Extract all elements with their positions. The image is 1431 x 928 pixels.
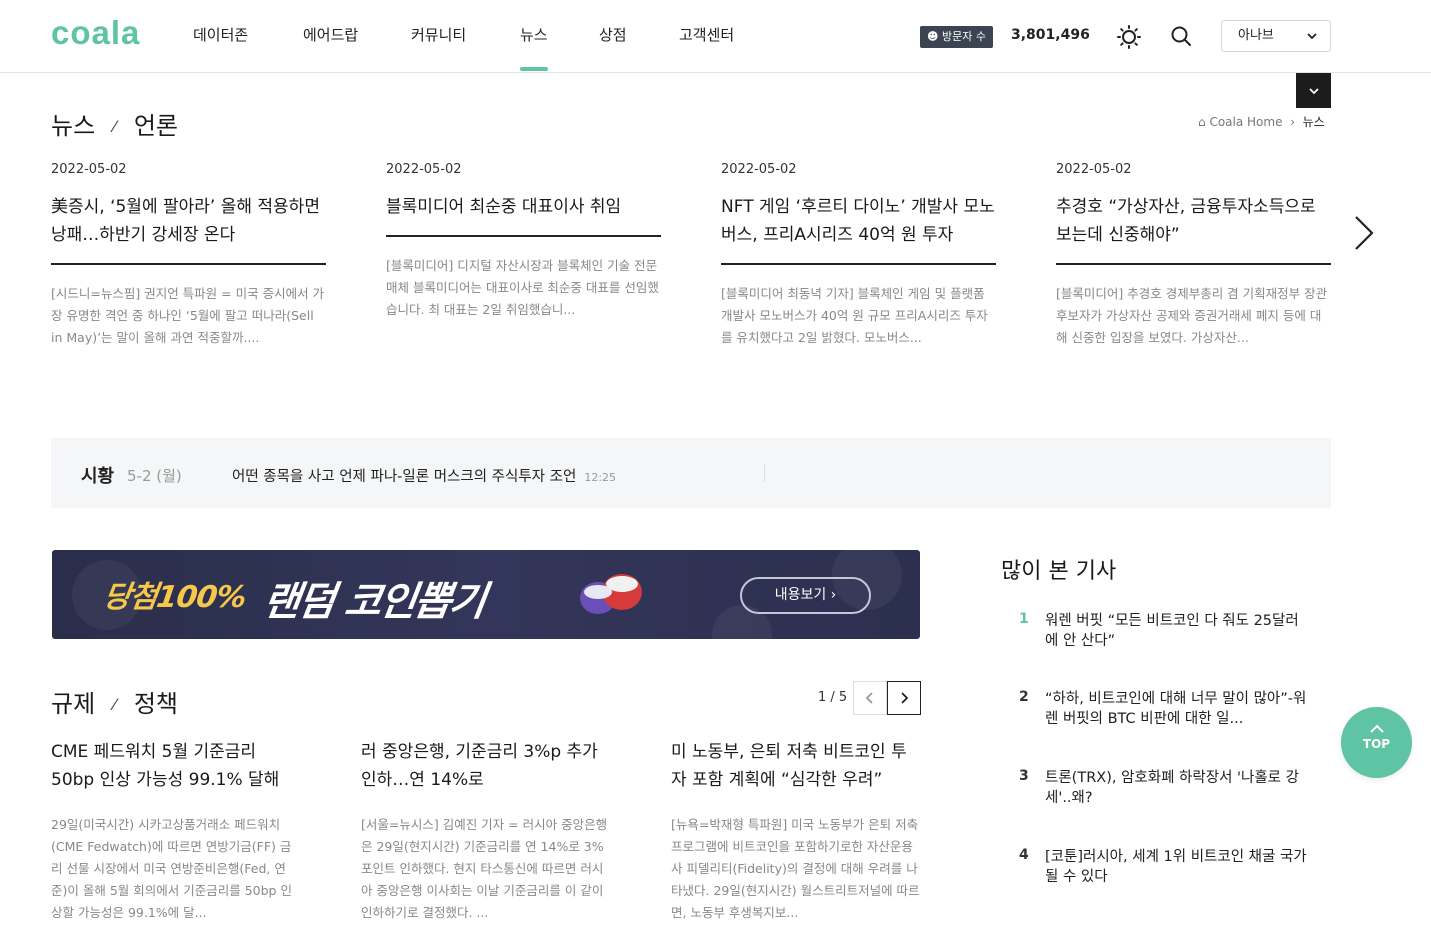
section-title-sub: 정책 (133, 690, 179, 718)
site-header: coala 데이터존 에어드랍 커뮤니티 뉴스 상점 고객센터 ☻ 방문자 수 … (0, 0, 1431, 73)
banner-text-win: 당첨100% (101, 580, 248, 615)
news-date: 2022-05-02 (51, 162, 127, 177)
site-logo[interactable]: coala (51, 14, 140, 52)
policy-title[interactable]: 러 중앙은행, 기준금리 3%p 추가 인하…연 14%로 (361, 738, 611, 794)
next-page-button[interactable] (887, 681, 921, 715)
news-date: 2022-05-02 (386, 162, 462, 177)
nav-item-support[interactable]: 고객센터 (679, 24, 734, 45)
market-time: 12:25 (584, 471, 617, 484)
news-title[interactable]: 美증시, ‘5월에 팔아라’ 올해 적용하면 낭패…하반기 강세장 온다 (51, 193, 326, 265)
most-read-text[interactable]: “하하, 비트코인에 대해 너무 말이 많아”-워렌 버핏의 BTC 비판에 대… (1045, 689, 1309, 729)
theme-sun-icon[interactable] (1117, 25, 1141, 49)
news-summary: [블록미디어 최동녁 기자] 블록체인 게임 및 플랫폼 개발사 모노버스가 4… (721, 286, 988, 345)
news-title[interactable]: NFT 게임 ‘후르티 다이노’ 개발사 모노버스, 프리A시리즈 40억 원 … (721, 193, 996, 265)
prev-page-button[interactable] (853, 681, 887, 715)
chevron-right-icon (901, 692, 909, 704)
banner-text-draw: 랜덤 코인뽑기 (260, 579, 488, 625)
rank-number: 4 (1019, 847, 1029, 863)
chevron-left-icon (865, 692, 873, 704)
home-icon: ⌂ (1198, 115, 1206, 129)
divider (764, 464, 765, 482)
market-date: 5-2 (월) (127, 467, 182, 485)
most-read-text[interactable]: 워렌 버핏 “모든 비트코인 다 줘도 25달러에 안 산다” (1045, 611, 1309, 651)
most-read-text[interactable]: 트론(TRX), 암호화폐 하락장서 '나홀로 강세'..왜? (1045, 768, 1309, 808)
page-indicator: 1 / 5 (818, 690, 848, 705)
search-icon[interactable] (1170, 25, 1192, 47)
news-card[interactable]: 2022-05-02 美증시, ‘5월에 팔아라’ 올해 적용하면 낭패…하반기… (51, 162, 326, 349)
language-select[interactable]: 아나브 (1221, 20, 1331, 52)
most-read-item[interactable]: 2 “하하, 비트코인에 대해 너무 말이 많아”-워렌 버핏의 BTC 비판에… (1019, 689, 1309, 729)
section-title-main: 뉴스 (51, 112, 96, 140)
section-title-sub: 언론 (133, 112, 179, 140)
view-details-button[interactable]: 내용보기 › (740, 577, 871, 614)
rank-number: 2 (1019, 689, 1029, 705)
policy-card[interactable]: 미 노동부, 은퇴 저축 비트코인 투자 포함 계획에 “심각한 우려” [뉴욕… (671, 738, 921, 924)
news-card[interactable]: 2022-05-02 블록미디어 최순중 대표이사 취임 [블록미디어] 디지털… (386, 162, 661, 321)
carousel-next-icon[interactable] (1352, 213, 1376, 253)
market-ticker: 시황 5-2 (월) 어떤 종목을 사고 언제 파나-일론 머스크의 주식투자 … (51, 438, 1331, 508)
policy-card[interactable]: CME 페드워치 5월 기준금리 50bp 인상 가능성 99.1% 달해 29… (51, 738, 301, 924)
chevron-up-icon (1369, 724, 1384, 733)
breadcrumb-current: 뉴스 (1302, 115, 1325, 129)
policy-card[interactable]: 러 중앙은행, 기준금리 3%p 추가 인하…연 14%로 [서울=뉴시스] 김… (361, 738, 611, 924)
section-title-main: 규제 (51, 690, 96, 718)
scroll-top-label: TOP (1362, 737, 1391, 751)
language-value: 아나브 (1238, 28, 1274, 43)
most-read-item[interactable]: 1 워렌 버핏 “모든 비트코인 다 줘도 25달러에 안 산다” (1019, 611, 1309, 651)
market-headline[interactable]: 어떤 종목을 사고 언제 파나-일론 머스크의 주식투자 조언 12:25 (232, 465, 616, 486)
policy-summary: 29일(미국시간) 시카고상품거래소 페드워치(CME Fedwatch)에 따… (51, 817, 292, 920)
news-title[interactable]: 블록미디어 최순중 대표이사 취임 (386, 193, 661, 237)
policy-section-title: 규제 ⁄ 정책 (51, 690, 179, 718)
visitor-badge: ☻ 방문자 수 (920, 26, 993, 48)
news-card[interactable]: 2022-05-02 NFT 게임 ‘후르티 다이노’ 개발사 모노버스, 프리… (721, 162, 996, 349)
nav-item-shop[interactable]: 상점 (599, 24, 627, 45)
news-date: 2022-05-02 (1056, 162, 1132, 177)
promo-banner[interactable]: 당첨100% 랜덤 코인뽑기 내용보기 › (52, 550, 920, 639)
news-title[interactable]: 추경호 “가상자산, 금융투자소득으로 보는데 신중해야” (1056, 193, 1331, 265)
rank-number: 3 (1019, 768, 1029, 784)
users-icon: ☻ (927, 30, 939, 43)
chevron-down-icon (1307, 33, 1317, 40)
visitor-label: 방문자 수 (941, 30, 986, 43)
news-summary: [블록미디어] 추경호 경제부총리 겸 기획재정부 장관 후보자가 가상자산 공… (1056, 286, 1328, 345)
policy-summary: [서울=뉴시스] 김예진 기자 = 러시아 중앙은행은 29일(현지시간) 기준… (361, 817, 608, 920)
chevron-right-icon: › (1286, 115, 1299, 129)
policy-summary: [뉴욕=박재형 특파원] 미국 노동부가 은퇴 저축 프로그램에 비트코인을 포… (671, 817, 920, 920)
most-read-item[interactable]: 3 트론(TRX), 암호화폐 하락장서 '나홀로 강세'..왜? (1019, 768, 1309, 808)
policy-title[interactable]: CME 페드워치 5월 기준금리 50bp 인상 가능성 99.1% 달해 (51, 738, 301, 794)
breadcrumb-home[interactable]: Coala Home (1209, 115, 1282, 129)
nav-item-community[interactable]: 커뮤니티 (411, 24, 466, 45)
rank-number: 1 (1019, 611, 1029, 627)
dropdown-toggle-button[interactable] (1296, 73, 1331, 108)
news-card[interactable]: 2022-05-02 추경호 “가상자산, 금융투자소득으로 보는데 신중해야”… (1056, 162, 1331, 349)
market-headline-text: 어떤 종목을 사고 언제 파나-일론 머스크의 주식투자 조언 (232, 469, 577, 485)
capsule-icon (580, 574, 642, 614)
news-date: 2022-05-02 (721, 162, 797, 177)
chevron-down-icon (1308, 87, 1319, 94)
most-read-title: 많이 본 기사 (1001, 559, 1117, 584)
scroll-top-button[interactable]: TOP (1341, 707, 1412, 778)
nav-item-datazone[interactable]: 데이터존 (193, 24, 248, 45)
policy-title[interactable]: 미 노동부, 은퇴 저축 비트코인 투자 포함 계획에 “심각한 우려” (671, 738, 921, 794)
market-label: 시황 (81, 466, 115, 487)
most-read-item[interactable]: 4 [코툰]러시아, 세계 1위 비트코인 채굴 국가 될 수 있다 (1019, 847, 1309, 887)
nav-item-airdrop[interactable]: 에어드랍 (303, 24, 358, 45)
most-read-text[interactable]: [코툰]러시아, 세계 1위 비트코인 채굴 국가 될 수 있다 (1045, 847, 1309, 887)
nav-item-news[interactable]: 뉴스 (520, 24, 548, 71)
news-section-title: 뉴스 ⁄ 언론 (51, 112, 179, 140)
news-summary: [블록미디어] 디지털 자산시장과 블록체인 기술 전문 매체 블록미디어는 대… (386, 258, 659, 317)
breadcrumb: ⌂ Coala Home › 뉴스 (1198, 113, 1325, 130)
news-summary: [시드니=뉴스핌] 권지언 특파원 = 미국 증시에서 가장 유명한 격언 중 … (51, 286, 325, 345)
visitor-count: 3,801,496 (1011, 27, 1090, 43)
